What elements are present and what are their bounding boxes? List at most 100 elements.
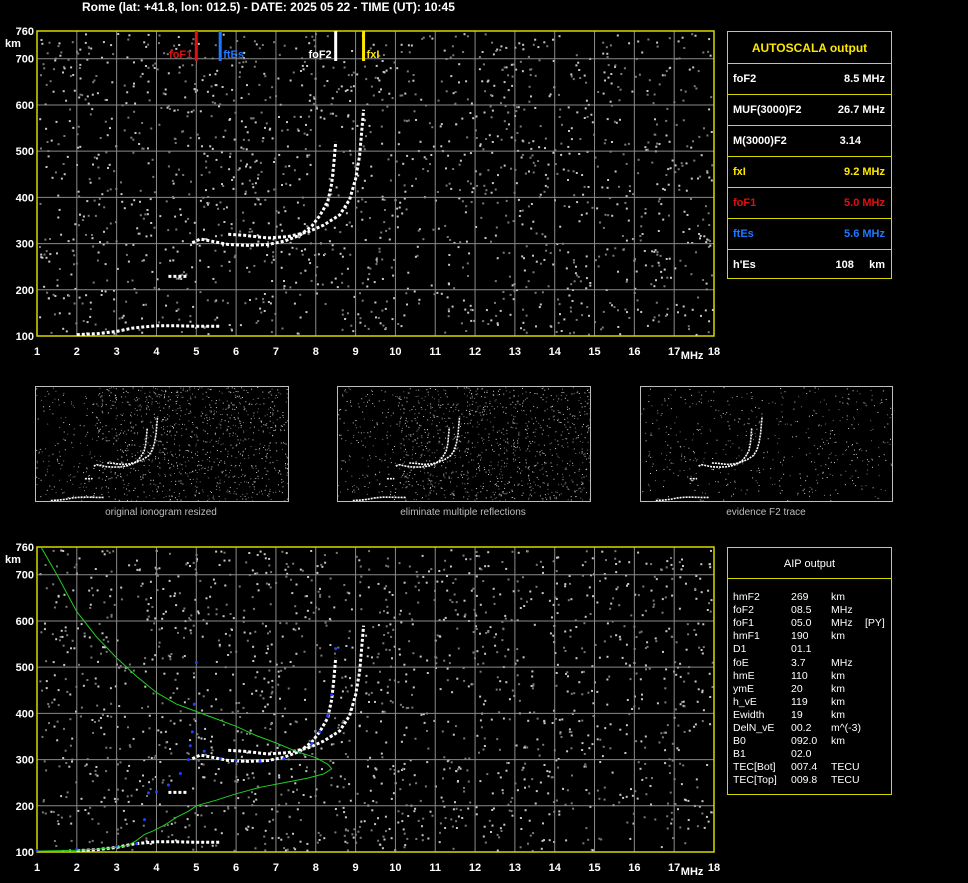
noise-dot (453, 403, 455, 405)
noise-dot (491, 468, 493, 470)
noise-dot (222, 470, 224, 472)
noise-dot (249, 486, 251, 488)
noise-dot (428, 432, 430, 434)
noise-dot (725, 444, 727, 446)
noise-dot (486, 419, 488, 421)
noise-dot (218, 390, 220, 392)
noise-dot (856, 401, 858, 403)
noise-dot (693, 459, 695, 461)
noise-dot (232, 435, 234, 437)
noise-dot (271, 408, 273, 410)
noise-dot (693, 452, 695, 454)
noise-dot (727, 473, 729, 475)
noise-dot (432, 414, 434, 416)
noise-dot (745, 430, 747, 432)
noise-dot (496, 485, 498, 487)
noise-dot (689, 482, 691, 484)
noise-dot (583, 423, 584, 425)
noise-dot (207, 451, 209, 453)
noise-dot (813, 445, 815, 446)
noise-dot (736, 464, 738, 466)
noise-dot (498, 430, 500, 432)
noise-dot (82, 486, 84, 488)
noise-dot (420, 407, 422, 408)
noise-dot (437, 416, 439, 418)
x-tick-label: 18 (708, 862, 720, 874)
noise-dot (814, 461, 816, 463)
noise-dot (215, 489, 217, 490)
autoscala-row-muf-3000-f2: MUF(3000)F2 26.7 MHz (728, 94, 891, 125)
noise-dot (47, 423, 49, 425)
noise-dot (835, 395, 837, 397)
noise-dot (431, 480, 433, 482)
noise-dot (708, 400, 710, 402)
noise-dot (365, 395, 367, 397)
noise-dot (557, 409, 559, 411)
noise-dot (699, 429, 701, 431)
noise-dot (133, 432, 135, 434)
noise-dot (443, 475, 445, 477)
noise-dot (477, 492, 479, 494)
noise-dot (473, 414, 475, 416)
noise-dot (727, 421, 729, 423)
noise-dot (238, 484, 240, 486)
x-tick-label: 3 (114, 862, 120, 874)
noise-dot (545, 401, 547, 403)
noise-dot (470, 453, 472, 455)
noise-dot (814, 392, 816, 394)
noise-dot (408, 438, 410, 440)
noise-dot (826, 403, 827, 405)
noise-dot (560, 434, 562, 436)
noise-dot (242, 454, 243, 456)
noise-dot (106, 476, 107, 478)
noise-dot (519, 404, 521, 406)
noise-dot (570, 496, 572, 498)
noise-dot (83, 425, 85, 427)
noise-dot (164, 396, 165, 398)
noise-dot (229, 490, 231, 492)
noise-dot (504, 487, 506, 489)
noise-dot (718, 491, 720, 493)
noise-dot (691, 480, 693, 482)
noise-dot (524, 428, 526, 430)
noise-dot (762, 468, 764, 470)
noise-dot (214, 433, 216, 435)
aip-name: Ewidth (733, 708, 765, 721)
noise-dot (476, 498, 478, 500)
noise-dot (430, 417, 431, 418)
noise-dot (169, 489, 171, 491)
noise-dot (581, 406, 583, 408)
noise-dot (733, 493, 734, 495)
noise-dot (517, 400, 519, 402)
noise-dot (221, 419, 223, 421)
noise-dot (392, 451, 394, 453)
x-tick-label: 9 (353, 346, 359, 358)
noise-dot (371, 390, 373, 392)
noise-dot (189, 410, 191, 412)
noise-dot (274, 397, 276, 399)
noise-dot (505, 441, 507, 443)
y-tick-label: 760 (16, 26, 34, 38)
noise-dot (688, 447, 690, 449)
y-tick-label: 100 (16, 847, 34, 859)
noise-dot (587, 441, 589, 443)
noise-dot (423, 399, 425, 401)
noise-dot (780, 388, 782, 390)
noise-dot (390, 462, 392, 464)
noise-dot (571, 393, 573, 395)
noise-dot (744, 423, 745, 425)
noise-dot (138, 405, 140, 407)
noise-dot (238, 395, 240, 397)
noise-dot (493, 450, 495, 452)
noise-dot (207, 495, 209, 497)
noise-dot (151, 461, 153, 463)
noise-dot (206, 414, 208, 416)
noise-dot (452, 494, 454, 496)
noise-dot (181, 396, 183, 398)
noise-dot (480, 414, 482, 416)
x-tick-label: 7 (273, 346, 279, 358)
noise-dot (502, 492, 504, 494)
noise-dot (219, 482, 221, 484)
noise-dot (358, 406, 360, 408)
noise-dot (515, 427, 517, 429)
